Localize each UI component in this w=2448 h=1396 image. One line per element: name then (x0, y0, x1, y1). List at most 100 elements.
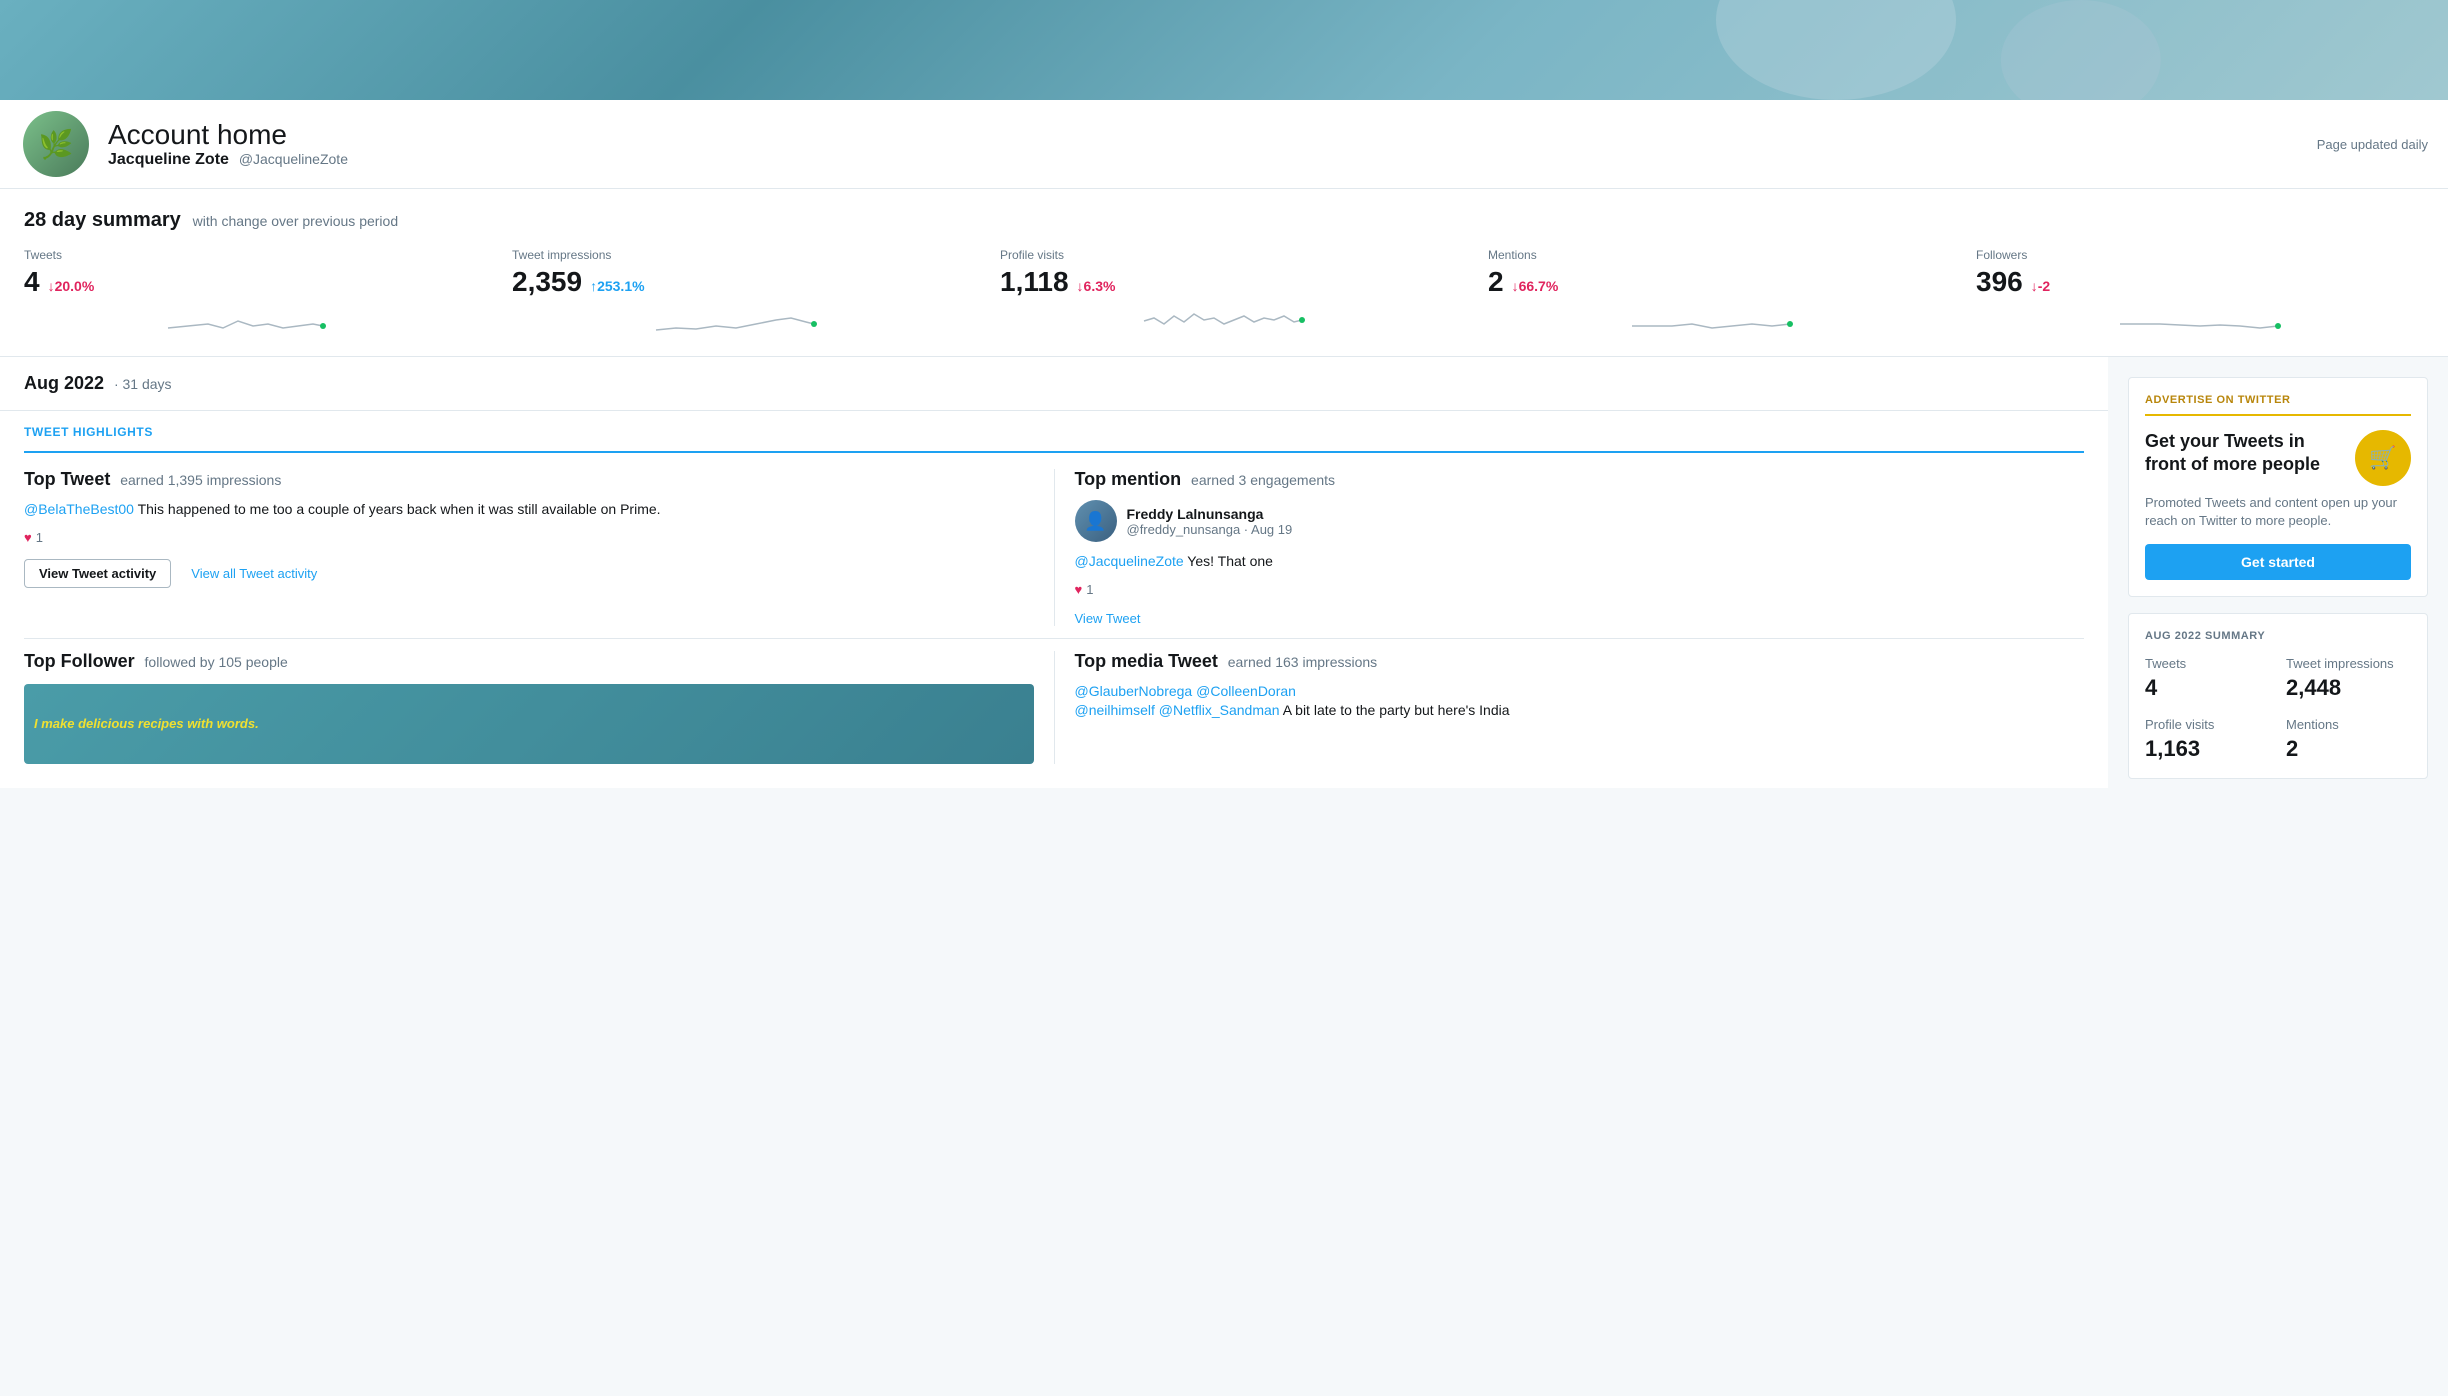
metric-impressions: Tweet impressions 2,359 ↑253.1% (512, 248, 960, 336)
right-panel: ADVERTISE ON TWITTER Get your Tweets in … (2108, 357, 2448, 799)
sparkline-tweets (24, 306, 472, 336)
top-media-tweet-text: @GlauberNobrega @ColleenDoran @neilhimse… (1075, 682, 2085, 721)
top-tweet-like-count: 1 (36, 530, 43, 545)
top-tweet-body: This happened to me too a couple of year… (134, 501, 661, 517)
28day-summary-section: 28 day summary with change over previous… (0, 189, 2448, 357)
highlights-grid: Top Tweet earned 1,395 impressions @Bela… (24, 469, 2084, 626)
metric-impressions-value: 2,359 (512, 266, 582, 298)
page-updated-label: Page updated daily (2317, 137, 2428, 152)
metric-mentions-change: ↓66.7% (1512, 278, 1559, 294)
aug-stat-tweets: Tweets 4 (2145, 656, 2270, 701)
metric-tweets-change: ↓20.0% (48, 278, 95, 294)
metric-mentions-value: 2 (1488, 266, 1504, 298)
aug-summary-box: AUG 2022 SUMMARY Tweets 4 Tweet impressi… (2128, 613, 2428, 779)
highlights-divider (24, 638, 2084, 639)
left-panel: Aug 2022 · 31 days TWEET HIGHLIGHTS Top … (0, 357, 2108, 799)
page-title: Account home (108, 119, 2317, 151)
aug-summary-label: AUG 2022 SUMMARY (2145, 630, 2411, 642)
mention-user-name: Freddy Lalnunsanga (1127, 506, 1293, 522)
view-all-tweet-activity-link[interactable]: View all Tweet activity (191, 566, 317, 581)
mention-likes: ♥ 1 (1075, 582, 2085, 597)
top-mention-sub: earned 3 engagements (1191, 472, 1335, 488)
mention-tweet-text: @JacquelineZote Yes! That one (1075, 552, 2085, 572)
top-follower-heading: Top Follower (24, 651, 135, 671)
sparkline-mentions (1488, 306, 1936, 336)
metric-profile-visits-change: ↓6.3% (1077, 278, 1116, 294)
metric-tweets-value: 4 (24, 266, 40, 298)
main-layout: Aug 2022 · 31 days TWEET HIGHLIGHTS Top … (0, 357, 2448, 799)
media-link-3[interactable]: @neilhimself (1075, 702, 1155, 718)
period-section: Aug 2022 · 31 days (0, 357, 2108, 411)
aug-stat-profile-visits-value: 1,163 (2145, 736, 2270, 762)
aug-stat-impressions: Tweet impressions 2,448 (2286, 656, 2411, 701)
mention-jacqueline-link[interactable]: @JacquelineZote (1075, 553, 1184, 569)
mention-actions: View Tweet (1075, 611, 2085, 626)
top-follower-sub: followed by 105 people (145, 654, 288, 670)
top-media-tweet-col: Top media Tweet earned 163 impressions @… (1075, 651, 2085, 764)
metric-profile-visits-label: Profile visits (1000, 248, 1448, 262)
bottom-highlights-grid: Top Follower followed by 105 people I ma… (24, 651, 2084, 764)
follower-banner-text: I make delicious recipes with words. (34, 716, 259, 731)
top-media-tweet-sub: earned 163 impressions (1228, 654, 1377, 670)
mention-handle: @freddy_nunsanga (1127, 522, 1241, 537)
metric-impressions-change: ↑253.1% (590, 278, 644, 294)
top-tweet-mention-link[interactable]: @BelaTheBest00 (24, 501, 134, 517)
mention-like-count: 1 (1086, 582, 1093, 597)
advertise-title: Get your Tweets in front of more people (2145, 430, 2345, 477)
metric-profile-visits: Profile visits 1,118 ↓6.3% (1000, 248, 1448, 336)
metric-profile-visits-value: 1,118 (1000, 266, 1069, 298)
metric-tweets: Tweets 4 ↓20.0% (24, 248, 472, 336)
follower-banner: I make delicious recipes with words. (24, 684, 1034, 764)
metric-mentions-label: Mentions (1488, 248, 1936, 262)
highlights-label: TWEET HIGHLIGHTS (24, 411, 2084, 453)
advertise-desc: Promoted Tweets and content open up your… (2145, 494, 2411, 530)
top-media-tweet-heading: Top media Tweet (1075, 651, 1218, 671)
aug-stat-profile-visits: Profile visits 1,163 (2145, 717, 2270, 762)
sparkline-followers (1976, 306, 2424, 336)
aug-stat-tweets-label: Tweets (2145, 656, 2270, 671)
summary-subtitle: with change over previous period (193, 213, 398, 229)
account-handle: @JacquelineZote (239, 151, 348, 167)
get-started-button[interactable]: Get started (2145, 544, 2411, 580)
top-tweet-heading: Top Tweet (24, 469, 110, 489)
media-link-1[interactable]: @GlauberNobrega (1075, 683, 1193, 699)
view-tweet-link[interactable]: View Tweet (1075, 611, 1141, 626)
sparkline-profile-visits (1000, 306, 1448, 336)
advertise-icon: 🛒 (2355, 430, 2411, 486)
advertise-box: ADVERTISE ON TWITTER Get your Tweets in … (2128, 377, 2428, 597)
shopping-cart-icon: 🛒 (2369, 445, 2396, 471)
metrics-row: Tweets 4 ↓20.0% Tweet impressions 2,359 … (24, 248, 2424, 336)
summary-title: 28 day summary (24, 209, 181, 231)
profile-banner (0, 0, 2448, 100)
top-mention-heading: Top mention (1075, 469, 1182, 489)
aug-stat-tweets-value: 4 (2145, 675, 2270, 701)
top-mention-col: Top mention earned 3 engagements 👤 Fredd… (1075, 469, 2085, 626)
mention-date: Aug 19 (1251, 522, 1292, 537)
avatar: 🌿 (20, 108, 92, 180)
top-tweet-sub: earned 1,395 impressions (120, 472, 281, 488)
media-link-2[interactable]: @ColleenDoran (1196, 683, 1296, 699)
aug-stat-mentions-label: Mentions (2286, 717, 2411, 732)
sparkline-impressions (512, 306, 960, 336)
mention-tweet-body: Yes! That one (1184, 553, 1273, 569)
metric-tweets-label: Tweets (24, 248, 472, 262)
heart-icon: ♥ (24, 530, 32, 545)
account-header: 🌿 Account home Jacqueline Zote @Jacqueli… (0, 100, 2448, 189)
mention-avatar: 👤 (1075, 500, 1117, 542)
mention-user-block: 👤 Freddy Lalnunsanga @freddy_nunsanga · … (1075, 500, 2085, 542)
aug-stat-profile-visits-label: Profile visits (2145, 717, 2270, 732)
view-tweet-activity-button[interactable]: View Tweet activity (24, 559, 171, 588)
metric-impressions-label: Tweet impressions (512, 248, 960, 262)
top-tweet-likes: ♥ 1 (24, 530, 1034, 545)
top-tweet-actions: View Tweet activity View all Tweet activ… (24, 559, 1034, 588)
aug-stat-mentions: Mentions 2 (2286, 717, 2411, 762)
media-link-4[interactable]: @Netflix_Sandman (1159, 702, 1280, 718)
aug-stat-impressions-value: 2,448 (2286, 675, 2411, 701)
metric-followers-value: 396 (1976, 266, 2023, 298)
top-tweet-text: @BelaTheBest00 This happened to me too a… (24, 500, 1034, 520)
aug-stat-mentions-value: 2 (2286, 736, 2411, 762)
advertise-header: Get your Tweets in front of more people … (2145, 430, 2411, 486)
aug-summary-grid: Tweets 4 Tweet impressions 2,448 Profile… (2145, 656, 2411, 762)
advertise-label: ADVERTISE ON TWITTER (2145, 394, 2411, 416)
media-tweet-body: A bit late to the party but here's India (1283, 702, 1510, 718)
